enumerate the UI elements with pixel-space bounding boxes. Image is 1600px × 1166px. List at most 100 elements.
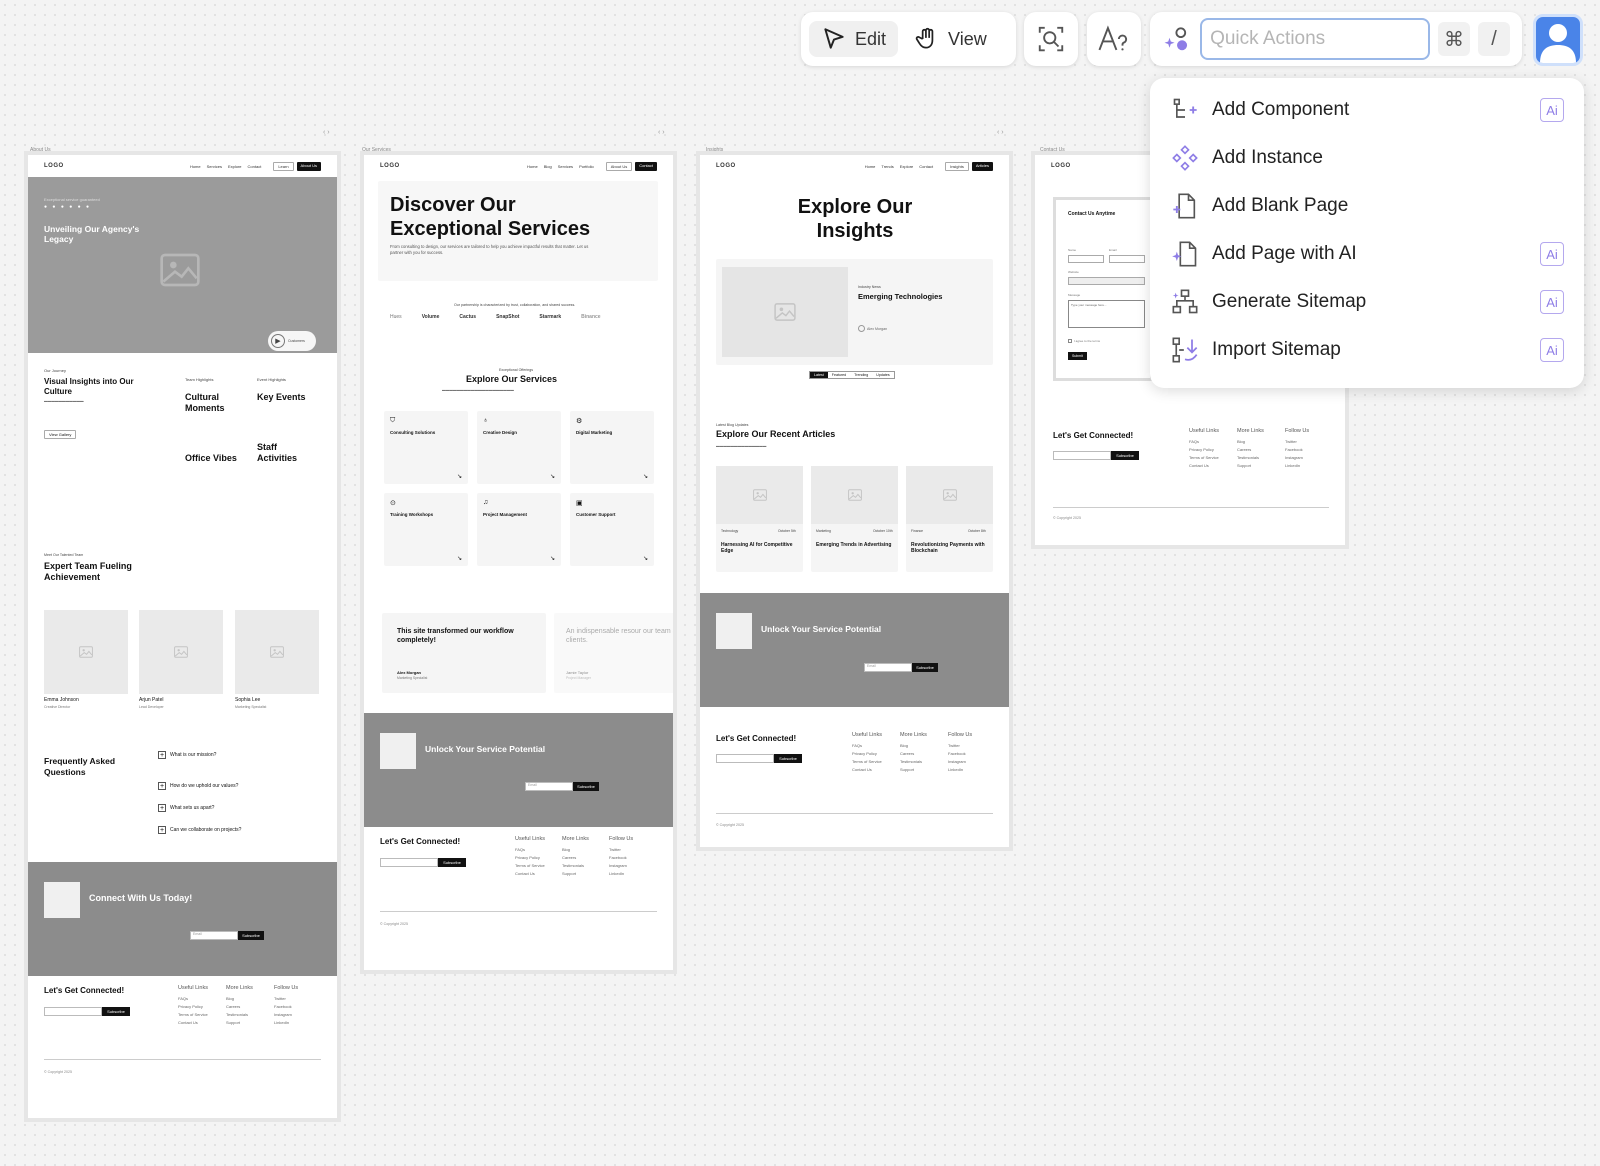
nav-link[interactable]: Contact [919,164,933,169]
insights-cta: Unlock Your Service Potential Email Subs… [700,593,1009,707]
article-card[interactable]: Finance October 8th Revolutionizing Paym… [906,466,993,572]
play-badge[interactable]: ▶ Customers [268,331,316,351]
website-field[interactable] [1068,277,1145,285]
nav-link[interactable]: Home [190,164,201,169]
frame-label-insights[interactable]: Insights [706,147,723,153]
service-card[interactable]: ♫ Project Management ↘ [477,493,561,566]
cta-subscribe-button[interactable]: Subscribe [238,931,264,940]
menu-item-add-instance[interactable]: Add Instance [1150,135,1584,181]
nav-link[interactable]: Home [527,164,538,169]
faq-item[interactable]: + What sets us apart? [158,804,214,812]
frame-handles-about[interactable]: ‹ › [323,129,330,136]
footer-subscribe-button[interactable]: Subscribe [102,1007,130,1016]
view-gallery-button[interactable]: View Gallery [44,430,77,439]
staff-title: Staff Activities [257,442,298,463]
nav-link[interactable]: Services [207,164,222,169]
frame-insights[interactable]: LOGO Home Trends Explore Contact Insight… [700,155,1009,847]
nav-link[interactable]: Portfolio [579,164,594,169]
menu-item-import-sitemap[interactable]: Import Sitemap Ai [1150,327,1584,373]
nav-link[interactable]: Explore [228,164,242,169]
service-card[interactable]: ⚙ Digital Marketing ↘ [570,411,654,484]
member-name: Arjun Patel [139,697,164,703]
about-nav: LOGO Home Services Explore Contact Learn… [28,155,337,177]
insights-button[interactable]: Insights [945,161,969,171]
member-name: Sophia Lee [235,697,261,703]
user-avatar[interactable] [1533,14,1583,66]
frame-label-contact[interactable]: Contact Us [1040,147,1065,153]
bell-icon: ♫ [483,499,489,506]
arrow-icon: ↘ [456,556,462,562]
frame-about-us[interactable]: LOGO Home Services Explore Contact Learn… [28,155,337,1118]
about-us-button[interactable]: About Us [605,161,633,171]
journey-text: ▬▬▬▬▬▬▬▬▬▬▬ [44,399,84,403]
partner-logo: SnapShot [496,314,520,320]
edit-mode-button[interactable]: Edit [809,21,899,57]
nav-link[interactable]: Services [558,164,573,169]
footer-subscribe-button[interactable]: Subscribe [774,754,802,763]
cta-subscribe-button[interactable]: Subscribe [912,663,938,672]
featured-article[interactable]: Industry News Emerging Technologies Alex… [716,259,993,365]
featured-image [722,267,848,357]
service-card-title: Digital Marketing [576,430,613,435]
tab-featured[interactable]: Featured [828,372,850,378]
menu-item-add-page-ai[interactable]: Add Page with AI Ai [1150,231,1584,277]
frame-our-services[interactable]: LOGO Home Blog Services Portfolio About … [364,155,673,970]
service-card[interactable]: ▣ Customer Support ↘ [570,493,654,566]
service-card-title: Customer Support [576,512,616,517]
service-card[interactable]: ⊙ Training Workshops ↘ [384,493,468,566]
tab-updates[interactable]: Updates [872,372,893,378]
quick-actions-input[interactable] [1200,18,1431,60]
nav-link[interactable]: Home [865,164,876,169]
contact-button[interactable]: Contact [635,161,657,171]
message-field[interactable]: Type your message here... [1068,300,1145,328]
nav-link[interactable]: Blog [544,164,552,169]
service-card[interactable]: ⛉ Consulting Solutions ↘ [384,411,468,484]
menu-item-add-blank-page[interactable]: Add Blank Page [1150,183,1584,229]
font-button[interactable] [1087,12,1141,66]
article-card[interactable]: Marketing October 10th Emerging Trends i… [811,466,898,572]
nav-link[interactable]: Explore [900,164,914,169]
email-field[interactable] [1109,255,1145,263]
footer-email-input[interactable] [716,754,774,763]
footer-col-more: More Links Blog Careers Testimonials Support [1237,428,1264,468]
faq-item[interactable]: + How do we uphold our values? [158,782,238,790]
inspect-button[interactable] [1024,12,1078,66]
cta-email-input[interactable]: Email [525,782,573,791]
nav-link[interactable]: Trends [881,164,893,169]
name-field[interactable] [1068,255,1104,263]
footer-subscribe-button[interactable]: Subscribe [438,858,466,867]
footer-col-useful: Useful Links FAQs Privacy Policy Terms of S… [178,985,208,1025]
cta-email-input[interactable]: Email [190,931,238,940]
faq-item[interactable]: + Can we collaborate on projects? [158,826,241,834]
frame-label-about[interactable]: About Us [30,147,51,153]
view-mode-button[interactable]: View [902,21,999,57]
frame-handles-services[interactable]: ‹ › [658,129,665,136]
article-card[interactable]: Technology October 5th Harnessing AI for… [716,466,803,572]
articles-kicker: Latest Blog Updates [716,423,749,427]
menu-item-add-component[interactable]: Add Component Ai [1150,87,1584,133]
footer-subscribe-button[interactable]: Subscribe [1111,451,1139,460]
add-instance-icon [1170,143,1200,173]
frame-handles-insights[interactable]: ‹ › [997,129,1004,136]
learn-button[interactable]: Learn [273,161,294,171]
footer-email-input[interactable] [44,1007,102,1016]
tab-trending[interactable]: Trending [850,372,872,378]
articles-button[interactable]: Articles [971,161,993,171]
ai-actions-icon[interactable] [1162,23,1192,55]
nav-link[interactable]: Contact [248,164,262,169]
about-us-button[interactable]: About Us [296,161,321,171]
tab-latest[interactable]: Latest [810,372,828,378]
submit-button[interactable]: Submit [1068,352,1087,360]
service-card[interactable]: ♁ Creative Design ↘ [477,411,561,484]
frame-label-services[interactable]: Our Services [362,147,391,153]
ai-page-icon [1170,239,1200,269]
footer-email-input[interactable] [1053,451,1111,460]
article-tag: Marketing [816,529,831,533]
faq-item[interactable]: + What is our mission? [158,751,216,759]
article-image [906,466,993,524]
cta-subscribe-button[interactable]: Subscribe [573,782,599,791]
agree-checkbox[interactable]: I agree to the terms [1068,339,1100,343]
footer-email-input[interactable] [380,858,438,867]
cta-email-input[interactable]: Email [864,663,912,672]
menu-item-generate-sitemap[interactable]: Generate Sitemap Ai [1150,279,1584,325]
